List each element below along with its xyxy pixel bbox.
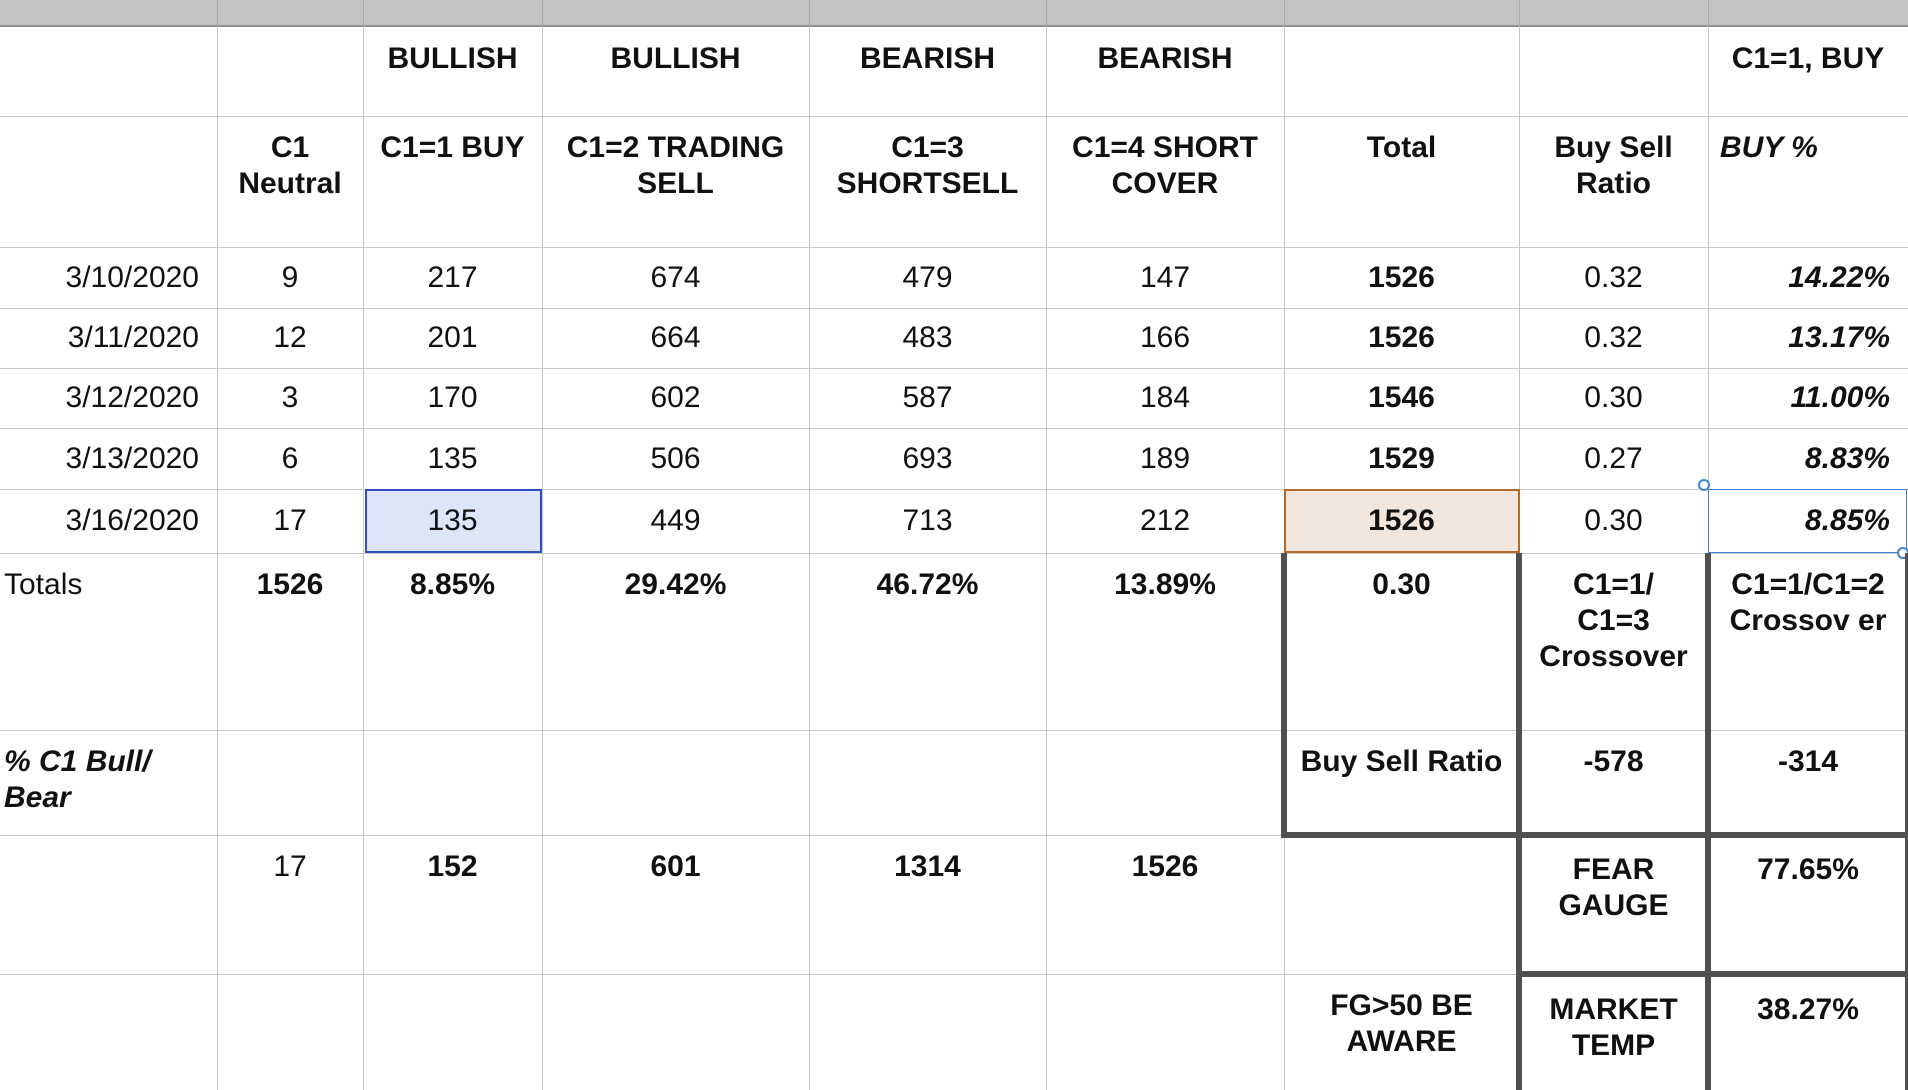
- cell-shortsell[interactable]: 693: [809, 428, 1046, 489]
- cell-buy-pct[interactable]: 14.22%: [1708, 247, 1908, 308]
- col-header-neutral[interactable]: C1 Neutral: [217, 116, 363, 247]
- cumulative-trading-sell[interactable]: 601: [542, 835, 809, 974]
- cell-date[interactable]: 3/11/2020: [0, 308, 217, 368]
- cell-short-cover[interactable]: 189: [1046, 428, 1284, 489]
- cell-buy[interactable]: 217: [363, 247, 542, 308]
- totals-buy[interactable]: 8.85%: [363, 553, 542, 730]
- cell-neutral[interactable]: 9: [217, 247, 363, 308]
- cell-total[interactable]: 1546: [1284, 368, 1519, 428]
- totals-trading-sell[interactable]: 29.42%: [542, 553, 809, 730]
- fear-gauge-label[interactable]: FEAR GAUGE: [1519, 835, 1708, 974]
- group-header-shortsell: BEARISH: [859, 42, 995, 75]
- cell-neutral[interactable]: 17: [217, 489, 363, 553]
- group-header-buy: BULLISH: [387, 42, 518, 75]
- cumulative-shortsell[interactable]: 1314: [809, 835, 1046, 974]
- col-header-shortsell[interactable]: C1=3 SHORTSELL: [809, 116, 1046, 247]
- cell-buy-pct[interactable]: 8.85%: [1708, 489, 1908, 553]
- group-header-buy-pct: C1=1, BUY: [1731, 42, 1885, 75]
- col-header-total[interactable]: Total: [1284, 116, 1519, 247]
- cell-total[interactable]: 1529: [1284, 428, 1519, 489]
- cell-trading-sell[interactable]: 674: [542, 247, 809, 308]
- cell-short-cover[interactable]: 184: [1046, 368, 1284, 428]
- totals-label[interactable]: Totals: [0, 553, 217, 730]
- cell-shortsell[interactable]: 479: [809, 247, 1046, 308]
- market-temp-label[interactable]: MARKET TEMP: [1519, 974, 1708, 1090]
- cell-ratio[interactable]: 0.27: [1519, 428, 1708, 489]
- bull-bear-label[interactable]: % C1 Bull/ Bear: [0, 730, 217, 835]
- cell-buy[interactable]: 135: [363, 489, 542, 553]
- column-header-bar: [0, 0, 1908, 27]
- cell-ratio[interactable]: 0.32: [1519, 247, 1708, 308]
- group-header-trading-sell: BULLISH: [610, 42, 741, 75]
- cell-ratio[interactable]: 0.30: [1519, 489, 1708, 553]
- fear-gauge-value[interactable]: 77.65%: [1708, 835, 1908, 974]
- col-header-short-cover[interactable]: C1=4 SHORT COVER: [1046, 116, 1284, 247]
- totals-crossover-c1-c2[interactable]: C1=1/C1=2 Crossov er: [1708, 553, 1908, 730]
- bull-bear-ratio-label[interactable]: Buy Sell Ratio: [1284, 730, 1519, 835]
- cell-short-cover[interactable]: 166: [1046, 308, 1284, 368]
- col-header-trading-sell[interactable]: C1=2 TRADING SELL: [542, 116, 809, 247]
- cell-trading-sell[interactable]: 506: [542, 428, 809, 489]
- group-header-short-cover: BEARISH: [1097, 42, 1233, 75]
- market-temp-value[interactable]: 38.27%: [1708, 974, 1908, 1090]
- cell-buy[interactable]: 201: [363, 308, 542, 368]
- cell-neutral[interactable]: 6: [217, 428, 363, 489]
- fg-aware-note[interactable]: FG>50 BE AWARE: [1284, 974, 1519, 1090]
- cell-trading-sell[interactable]: 664: [542, 308, 809, 368]
- cumulative-neutral[interactable]: 17: [217, 835, 363, 974]
- totals-neutral[interactable]: 1526: [217, 553, 363, 730]
- cell-shortsell[interactable]: 713: [809, 489, 1046, 553]
- col-header-ratio[interactable]: Buy Sell Ratio: [1519, 116, 1708, 247]
- col-header-buy-pct[interactable]: BUY %: [1708, 116, 1908, 247]
- cell-total[interactable]: 1526: [1284, 489, 1519, 553]
- cell-short-cover[interactable]: 212: [1046, 489, 1284, 553]
- cell-date[interactable]: 3/13/2020: [0, 428, 217, 489]
- cell-trading-sell[interactable]: 449: [542, 489, 809, 553]
- cell-total[interactable]: 1526: [1284, 247, 1519, 308]
- cell-buy-pct[interactable]: 11.00%: [1708, 368, 1908, 428]
- cell-total[interactable]: 1526: [1284, 308, 1519, 368]
- totals-total[interactable]: 0.30: [1284, 553, 1519, 730]
- cell-date[interactable]: 3/10/2020: [0, 247, 217, 308]
- cell-ratio[interactable]: 0.32: [1519, 308, 1708, 368]
- cell-buy-pct[interactable]: 13.17%: [1708, 308, 1908, 368]
- cell-neutral[interactable]: 3: [217, 368, 363, 428]
- totals-short-cover[interactable]: 13.89%: [1046, 553, 1284, 730]
- totals-shortsell[interactable]: 46.72%: [809, 553, 1046, 730]
- totals-crossover-c1-c3[interactable]: C1=1/ C1=3 Crossover: [1519, 553, 1708, 730]
- cell-buy-pct[interactable]: 8.83%: [1708, 428, 1908, 489]
- bull-bear-c1-c3[interactable]: -578: [1519, 730, 1708, 835]
- cell-trading-sell[interactable]: 602: [542, 368, 809, 428]
- cumulative-short-cover[interactable]: 1526: [1046, 835, 1284, 974]
- cell-buy[interactable]: 135: [363, 428, 542, 489]
- bull-bear-c1-c2[interactable]: -314: [1708, 730, 1908, 835]
- cell-ratio[interactable]: 0.30: [1519, 368, 1708, 428]
- cell-shortsell[interactable]: 483: [809, 308, 1046, 368]
- col-header-buy[interactable]: C1=1 BUY: [363, 116, 542, 247]
- cell-date[interactable]: 3/16/2020: [0, 489, 217, 553]
- cell-date[interactable]: 3/12/2020: [0, 368, 217, 428]
- cumulative-buy[interactable]: 152: [363, 835, 542, 974]
- cell-buy[interactable]: 170: [363, 368, 542, 428]
- cell-short-cover[interactable]: 147: [1046, 247, 1284, 308]
- cell-neutral[interactable]: 12: [217, 308, 363, 368]
- cell-shortsell[interactable]: 587: [809, 368, 1046, 428]
